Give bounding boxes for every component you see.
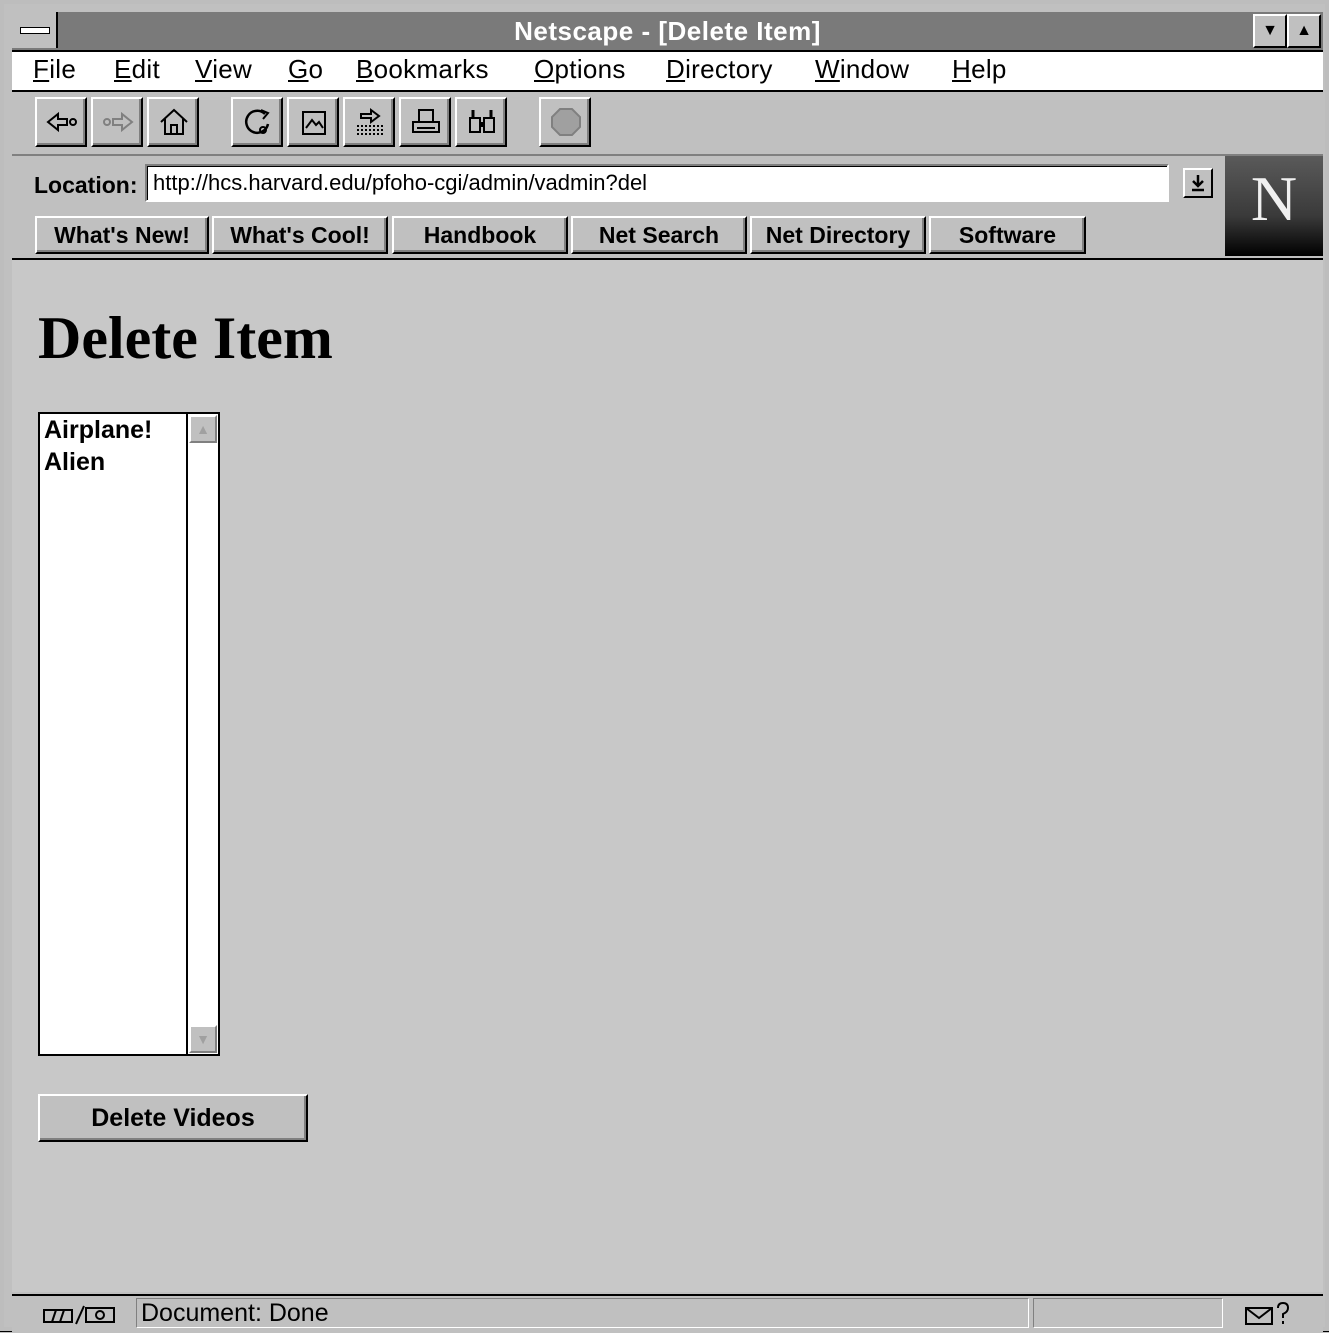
minimize-button[interactable]: ▼ (1253, 14, 1287, 48)
stop-button[interactable] (539, 97, 591, 147)
page-title: Delete Item (38, 305, 333, 371)
scroll-down-button[interactable]: ▼ (189, 1025, 217, 1053)
open-button[interactable] (343, 97, 395, 147)
whats-new-button[interactable]: What's New! (35, 216, 209, 254)
menu-help[interactable]: Help (952, 54, 1007, 85)
location-bar: Location: http://hcs.harvard.edu/pfoho-c… (12, 156, 1323, 260)
forward-button[interactable] (91, 97, 143, 147)
menu-go[interactable]: Go (288, 54, 323, 85)
delete-videos-button[interactable]: Delete Videos (38, 1094, 308, 1142)
whats-cool-button[interactable]: What's Cool! (212, 216, 388, 254)
security-key-icon (43, 1305, 115, 1325)
software-button[interactable]: Software (929, 216, 1086, 254)
dropdown-arrow-icon (1192, 175, 1204, 192)
maximize-icon: ▲ (1296, 22, 1312, 39)
menu-bookmarks[interactable]: Bookmarks (356, 54, 489, 85)
browser-window: Netscape - [Delete Item] ▼ ▲ File Edit V… (0, 0, 1329, 1333)
find-icon (469, 110, 495, 133)
menu-file[interactable]: File (33, 54, 76, 85)
print-button[interactable] (399, 97, 451, 147)
scroll-down-icon: ▼ (196, 1031, 210, 1047)
menu-directory[interactable]: Directory (666, 54, 773, 85)
status-bar: Document: Done (12, 1294, 1323, 1333)
reload-button[interactable] (231, 97, 283, 147)
location-input[interactable]: http://hcs.harvard.edu/pfoho-cgi/admin/v… (145, 164, 1169, 202)
back-icon (46, 111, 77, 133)
list-item[interactable]: Airplane! (44, 416, 152, 445)
net-directory-button[interactable]: Net Directory (750, 216, 926, 254)
video-listbox[interactable]: Airplane! Alien ▲ ▼ (38, 412, 220, 1056)
menu-view[interactable]: View (195, 54, 252, 85)
toolbar (12, 92, 1323, 156)
open-icon (357, 108, 383, 135)
reload-icon (244, 109, 270, 134)
menu-bar: File Edit View Go Bookmarks Options Dire… (12, 52, 1323, 92)
location-label: Location: (34, 172, 138, 198)
print-icon (412, 109, 440, 133)
menu-window[interactable]: Window (815, 54, 909, 85)
menu-edit[interactable]: Edit (114, 54, 160, 85)
status-text: Document: Done (136, 1298, 1029, 1328)
net-search-button[interactable]: Net Search (571, 216, 747, 254)
scroll-up-icon: ▲ (196, 421, 210, 437)
stop-icon (551, 108, 581, 136)
title-bar[interactable]: Netscape - [Delete Item] ▼ ▲ (12, 12, 1323, 52)
progress-area (1033, 1298, 1223, 1328)
location-dropdown-button[interactable] (1183, 168, 1213, 198)
window-title: Netscape - [Delete Item] (514, 16, 821, 46)
mail-icon[interactable] (1244, 1302, 1294, 1326)
list-item[interactable]: Alien (44, 448, 105, 477)
back-button[interactable] (35, 97, 87, 147)
home-icon (160, 108, 188, 135)
forward-icon (103, 111, 134, 133)
maximize-button[interactable]: ▲ (1287, 14, 1321, 48)
menu-options[interactable]: Options (534, 54, 626, 85)
find-button[interactable] (455, 97, 507, 147)
handbook-button[interactable]: Handbook (392, 216, 568, 254)
netscape-n-icon: N (1250, 163, 1298, 234)
netscape-logo[interactable]: N (1225, 156, 1323, 256)
home-button[interactable] (147, 97, 199, 147)
listbox-scrollbar[interactable]: ▲ ▼ (186, 414, 218, 1054)
minimize-icon: ▼ (1262, 22, 1278, 39)
images-button[interactable] (287, 97, 339, 147)
images-icon (302, 111, 326, 135)
page-content: Delete Item Airplane! Alien ▲ ▼ Delete V… (12, 260, 1323, 1292)
scroll-up-button[interactable]: ▲ (189, 415, 217, 443)
